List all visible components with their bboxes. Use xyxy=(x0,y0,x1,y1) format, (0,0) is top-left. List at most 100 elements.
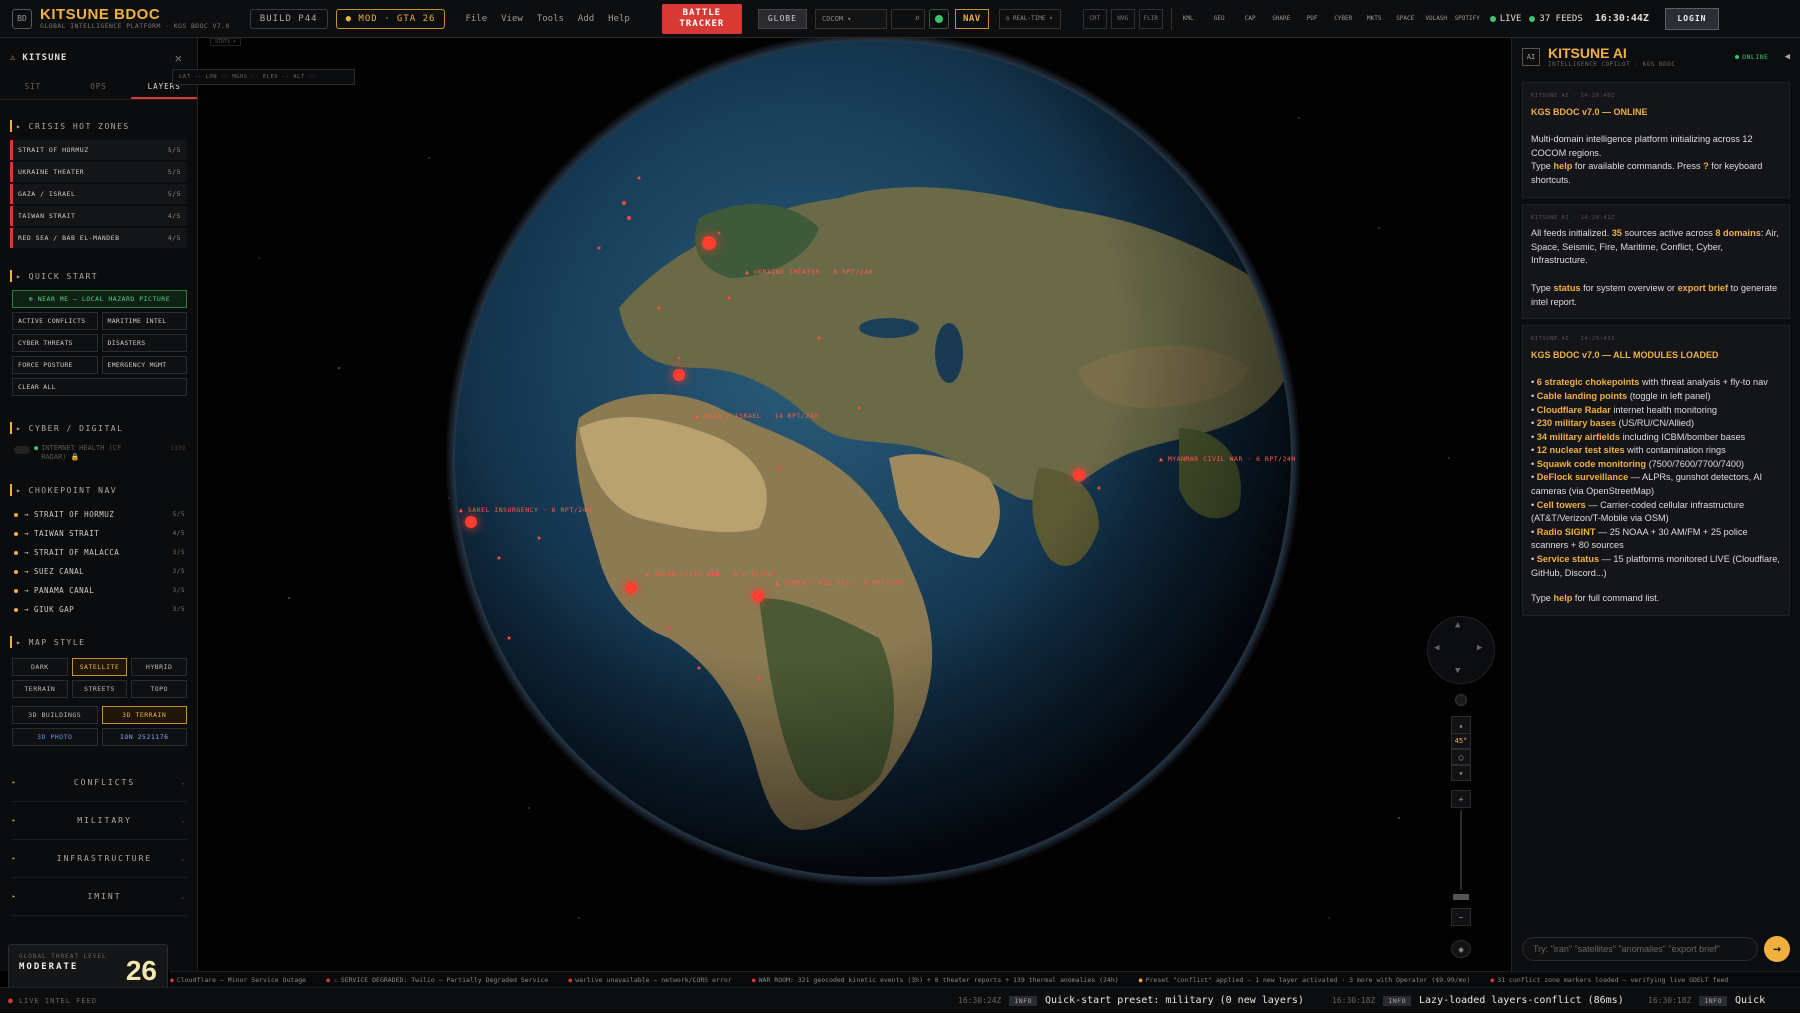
menu-file[interactable]: File xyxy=(465,14,487,24)
reset-view-button[interactable] xyxy=(1455,694,1467,706)
spotify-button[interactable]: SPOTIFY xyxy=(1453,9,1482,29)
live-intel-feed[interactable]: ● LIVE INTEL FEED xyxy=(8,988,97,1013)
zoom-slider-track[interactable] xyxy=(1460,810,1462,890)
clear-all-button[interactable]: CLEAR ALL xyxy=(12,378,187,396)
section-quick-start[interactable]: ▸ QUICK START xyxy=(10,270,187,282)
ticker-item[interactable]: ● 31 conflict zone markers loaded — verif… xyxy=(1490,976,1728,984)
section-crisis-hot-zones[interactable]: ▸ CRISIS HOT ZONES xyxy=(10,120,187,132)
ticker-item[interactable]: ● Preset "conflict" applied — 1 new layer… xyxy=(1139,976,1471,984)
zoom-in-button[interactable]: + xyxy=(1451,790,1471,808)
hot-zone-item[interactable]: GAZA / ISRAEL 5/5 xyxy=(10,184,187,204)
realtime-select[interactable]: ◷ REAL-TIME ▾ xyxy=(998,8,1061,29)
flir-filter-button[interactable]: FLIR xyxy=(1138,8,1163,29)
chokepoint-item[interactable]: → STRAIT OF HORMUZ 5/5 xyxy=(14,510,187,519)
cyber-threats-button[interactable]: CYBER THREATS xyxy=(12,334,98,352)
nav-button[interactable]: NAV xyxy=(954,8,989,29)
tab-ops[interactable]: OPS xyxy=(66,78,132,99)
style-topo-button[interactable]: TOPO xyxy=(131,680,187,698)
login-button[interactable]: LOGIN xyxy=(1664,7,1719,30)
section-map-style[interactable]: ▸ MAP STYLE xyxy=(10,636,187,648)
globe-svg[interactable] xyxy=(199,38,1510,971)
group-conflicts[interactable]: ▸ CONFLICTS ⌄ xyxy=(12,764,187,802)
internet-health-toggle[interactable]: ● INTERNET HEALTH (CF RADAR) 🔒 1339 xyxy=(14,444,185,462)
zoom-out-button[interactable]: − xyxy=(1451,908,1471,926)
near-me-button[interactable]: ⊕ NEAR ME — LOCAL HAZARD PICTURE xyxy=(12,290,187,308)
chokepoint-item[interactable]: → SUEZ CANAL 3/5 xyxy=(14,567,187,576)
close-icon[interactable]: ✕ xyxy=(175,51,183,65)
3d-photo-button[interactable]: 3D PHOTO xyxy=(12,728,98,746)
map-label[interactable]: ▲ YEMEN / RED SEA · 5 RPT/24H xyxy=(775,579,903,587)
disasters-button[interactable]: DISASTERS xyxy=(101,334,187,352)
ticker-item[interactable]: ● warlive unavailable — network/CORS erro… xyxy=(568,976,731,984)
command-highlight[interactable]: status xyxy=(1553,283,1580,293)
command-highlight[interactable]: help xyxy=(1553,161,1572,171)
zoom-slider-handle[interactable] xyxy=(1453,894,1469,900)
menu-view[interactable]: View xyxy=(501,14,523,24)
menu-tools[interactable]: Tools xyxy=(537,14,564,24)
hotspot-yemen[interactable] xyxy=(752,590,764,602)
globe-viewport[interactable]: ▲ UKRAINE THEATER · 8 RPT/24H ▲ GAZA / I… xyxy=(199,38,1510,971)
ticker-item[interactable]: ● ⚠ SERVICE DEGRADED: Twilio — Partially … xyxy=(326,976,548,984)
style-terrain-button[interactable]: TERRAIN xyxy=(12,680,68,698)
map-label[interactable]: ▲ MYANMAR CIVIL WAR · 6 RPT/24H xyxy=(1159,455,1296,463)
group-military[interactable]: ▸ MILITARY ⌄ xyxy=(12,802,187,840)
tab-sit[interactable]: SIT xyxy=(0,78,66,99)
ion-asset-button[interactable]: ION 2521176 xyxy=(101,728,187,746)
section-cyber-digital[interactable]: ▸ CYBER / DIGITAL xyxy=(10,422,187,434)
chokepoint-item[interactable]: → PANAMA CANAL 3/5 xyxy=(14,586,187,595)
style-hybrid-button[interactable]: HYBRID xyxy=(131,658,187,676)
globe-button[interactable]: GLOBE xyxy=(757,8,807,29)
menu-help[interactable]: Help xyxy=(608,14,630,24)
hotspot-myanmar[interactable] xyxy=(1073,469,1085,481)
hotspot-sahel[interactable] xyxy=(465,516,477,528)
pan-right-icon[interactable]: ▶ xyxy=(1477,643,1482,653)
toggle-switch[interactable] xyxy=(14,446,30,454)
hotspot-ukraine[interactable] xyxy=(702,236,716,250)
pdf-button[interactable]: PDF xyxy=(1298,9,1327,29)
command-highlight[interactable]: help xyxy=(1553,593,1572,603)
geo-button[interactable]: GEO xyxy=(1205,9,1234,29)
cap-button[interactable]: CAP xyxy=(1236,9,1265,29)
hot-zone-item[interactable]: TAIWAN STRAIT 4/5 xyxy=(10,206,187,226)
active-conflicts-button[interactable]: ACTIVE CONFLICTS xyxy=(12,312,98,330)
build-badge[interactable]: BUILD P44 xyxy=(249,8,328,29)
style-dark-button[interactable]: DARK xyxy=(12,658,68,676)
chokepoint-item[interactable]: → STRAIT OF MALACCA 3/5 xyxy=(14,548,187,557)
send-button[interactable]: → xyxy=(1764,936,1790,962)
hot-zone-item[interactable]: STRAIT OF HORMUZ 5/5 xyxy=(10,140,187,160)
3d-buildings-button[interactable]: 3D BUILDINGS xyxy=(12,706,98,724)
status-dot-button[interactable] xyxy=(928,8,949,29)
news-ticker[interactable]: ● Cloudflare — Minor Service Outage ● ⚠ SE… xyxy=(170,971,1800,987)
ticker-item[interactable]: ● Cloudflare — Minor Service Outage xyxy=(170,976,306,984)
cyber-button[interactable]: CYBER xyxy=(1329,9,1358,29)
pan-down-icon[interactable]: ▼ xyxy=(1455,666,1460,676)
share-button[interactable]: SHARE xyxy=(1267,9,1296,29)
map-label[interactable]: ▲ UKRAINE THEATER · 8 RPT/24H xyxy=(745,268,873,276)
kml-button[interactable]: KML xyxy=(1174,9,1203,29)
markets-button[interactable]: MKTS xyxy=(1360,9,1389,29)
maritime-intel-button[interactable]: MARITIME INTEL xyxy=(101,312,187,330)
chokepoint-item[interactable]: → TAIWAN STRAIT 4/5 xyxy=(14,529,187,538)
space-button[interactable]: SPACE xyxy=(1391,9,1420,29)
chat-input[interactable]: Try: "iran" "satellites" "anomalies" "ex… xyxy=(1522,937,1758,961)
tilt-down-button[interactable]: ▾ xyxy=(1451,765,1471,781)
collapse-panel-icon[interactable]: ◀ xyxy=(1785,52,1790,62)
force-posture-button[interactable]: FORCE POSTURE xyxy=(12,356,98,374)
section-chokepoint-nav[interactable]: ▸ CHOKEPOINT NAV xyxy=(10,484,187,496)
group-infrastructure[interactable]: ▸ INFRASTRUCTURE ⌄ xyxy=(12,840,187,878)
pan-left-icon[interactable]: ◀ xyxy=(1434,643,1439,653)
hotspot-gaza[interactable] xyxy=(673,369,685,381)
tilt-up-button[interactable]: ▴ xyxy=(1451,716,1471,734)
command-highlight[interactable]: export brief xyxy=(1678,283,1729,293)
battle-tracker-button[interactable]: BATTLE TRACKER xyxy=(661,3,742,34)
ticker-item[interactable]: ● WAR ROOM: 321 geocoded kinetic events (… xyxy=(752,976,1119,984)
style-satellite-button[interactable]: SATELLITE xyxy=(71,658,128,676)
map-label[interactable]: ▲ SUDAN CIVIL WAR · 9 RPT/24H xyxy=(645,570,773,578)
mod-badge[interactable]: ● MOD · GTA 26 xyxy=(335,8,446,29)
search-icon[interactable]: ⌕ xyxy=(890,8,925,29)
nvg-filter-button[interactable]: NVG xyxy=(1110,8,1135,29)
map-label[interactable]: ▲ SAHEL INSURGENCY · 6 RPT/24H xyxy=(459,506,591,514)
stats-toggle[interactable]: STATS ▾ xyxy=(210,38,242,46)
hot-zone-item[interactable]: UKRAINE THEATER 5/5 xyxy=(10,162,187,182)
emergency-mgmt-button[interactable]: EMERGENCY MGMT xyxy=(101,356,187,374)
